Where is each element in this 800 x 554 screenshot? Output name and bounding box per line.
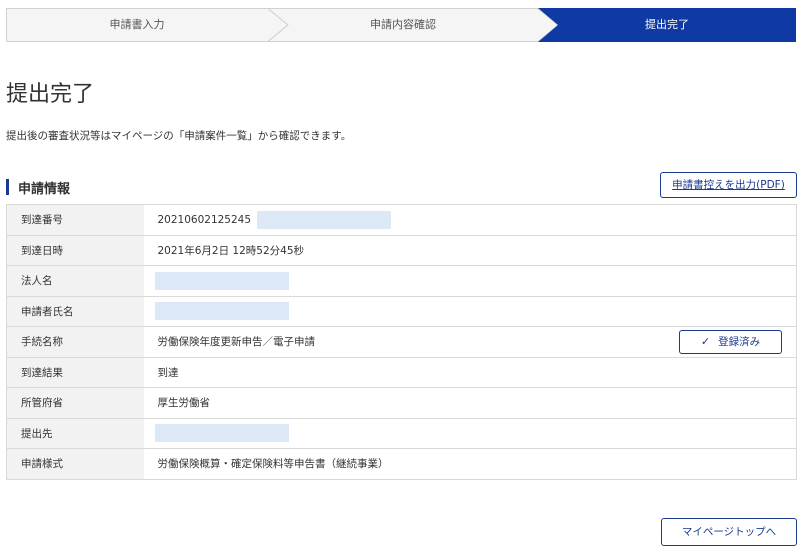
- step-complete: 提出完了: [645, 18, 689, 31]
- redacted-block: [154, 302, 289, 321]
- page-title: 提出完了: [6, 82, 95, 107]
- row-value: 到達: [143, 357, 797, 388]
- row-label: 到達結果: [6, 357, 144, 388]
- row-label: 申請様式: [6, 448, 144, 480]
- arrival-number: 20210602125245: [157, 213, 252, 226]
- row-value: 労働保険年度更新申告／電子申請 ✓ 登録済み: [143, 326, 797, 358]
- procedure-name: 労働保険年度更新申告／電子申請: [157, 336, 316, 349]
- table-row: 到達結果 到達: [6, 357, 797, 388]
- mypage-top-button[interactable]: マイページトップへ: [661, 518, 797, 546]
- check-icon: ✓: [700, 335, 711, 348]
- row-value: 2021年6月2日 12時52分45秒: [143, 235, 797, 266]
- row-label: 申請者氏名: [6, 296, 144, 327]
- table-row: 手続名称 労働保険年度更新申告／電子申請 ✓ 登録済み: [6, 326, 797, 358]
- section-accent-bar: [6, 179, 9, 195]
- redacted-block: [257, 210, 392, 229]
- row-value: 20210602125245: [143, 204, 797, 236]
- row-label: 所管府省: [6, 387, 144, 419]
- row-label: 法人名: [6, 265, 144, 297]
- row-value: 厚生労働省: [143, 387, 797, 419]
- table-row: 提出先: [6, 418, 797, 449]
- redacted-block: [154, 424, 289, 443]
- row-label: 手続名称: [6, 326, 144, 358]
- row-label: 提出先: [6, 418, 144, 449]
- table-row: 所管府省 厚生労働省: [6, 387, 797, 419]
- step-input: 申請書入力: [109, 18, 165, 31]
- row-value: 労働保険概算・確定保険料等申告書（継続事業）: [143, 448, 797, 480]
- row-value: [143, 265, 797, 297]
- table-row: 到達日時 2021年6月2日 12時52分45秒: [6, 235, 797, 266]
- step-confirm: 申請内容確認: [370, 18, 436, 31]
- application-info-table: 到達番号 20210602125245 到達日時 2021年6月2日 12時52…: [6, 204, 797, 480]
- table-row: 申請者氏名: [6, 296, 797, 327]
- registered-button[interactable]: ✓ 登録済み: [679, 330, 782, 354]
- row-value: [143, 418, 797, 449]
- progress-stepper: 申請書入力 申請内容確認 提出完了: [6, 8, 796, 42]
- registered-label: 登録済み: [718, 336, 761, 348]
- section-header: 申請情報: [6, 176, 70, 198]
- table-row: 申請様式 労働保険概算・確定保険料等申告書（継続事業）: [6, 448, 797, 480]
- pdf-output-button[interactable]: 申請書控えを出力(PDF): [660, 172, 797, 198]
- row-label: 到達日時: [6, 235, 144, 266]
- table-row: 法人名: [6, 265, 797, 297]
- row-value: [143, 296, 797, 327]
- redacted-block: [154, 271, 289, 290]
- row-label: 到達番号: [6, 204, 144, 236]
- description-text: 提出後の審査状況等はマイページの「申請案件一覧」から確認できます。: [6, 130, 352, 142]
- table-row: 到達番号 20210602125245: [6, 204, 797, 236]
- section-title: 申請情報: [18, 181, 71, 197]
